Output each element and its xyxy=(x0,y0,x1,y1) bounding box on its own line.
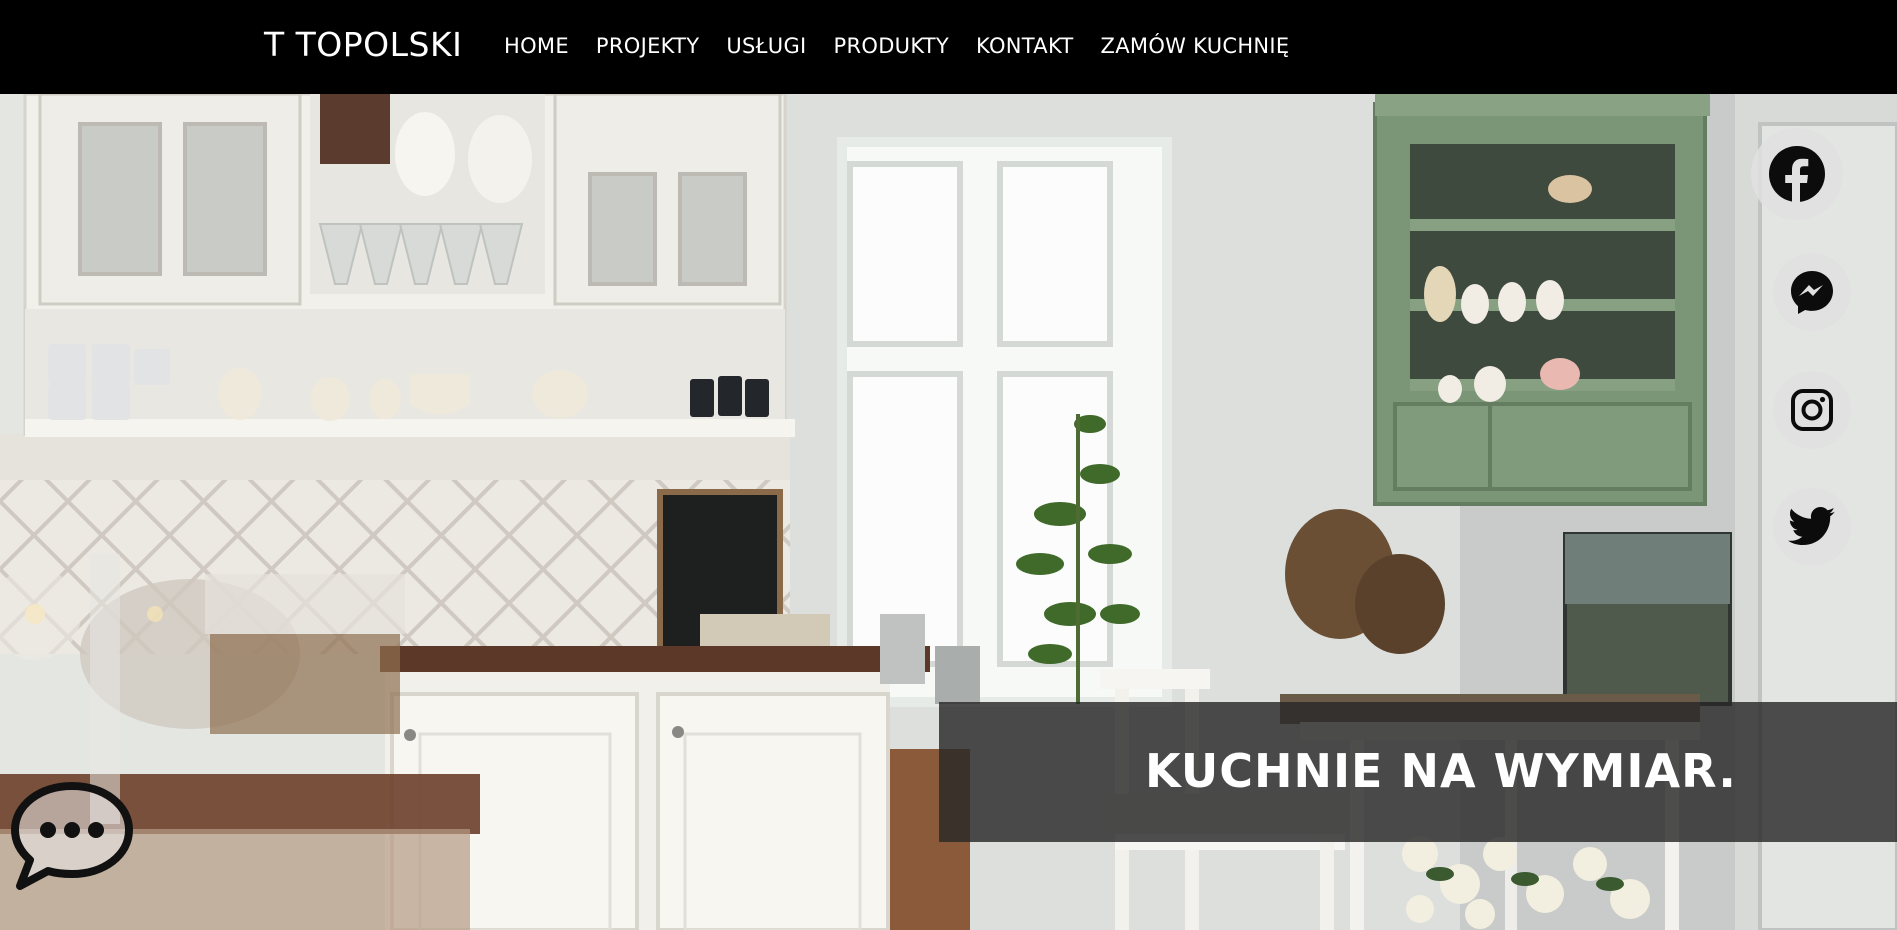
facebook-icon xyxy=(1769,146,1825,203)
nav-home[interactable]: HOME xyxy=(504,34,569,58)
instagram-button[interactable] xyxy=(1773,371,1851,449)
messenger-button[interactable] xyxy=(1773,253,1851,331)
hero-banner: KUCHNIE NA WYMIAR. xyxy=(0,94,1897,930)
page: T TOPOLSKI HOME PROJEKTY USŁUGI PRODUKTY… xyxy=(0,0,1897,930)
chat-button[interactable] xyxy=(8,780,136,892)
nav-produkty[interactable]: PRODUKTY xyxy=(834,34,950,58)
twitter-icon xyxy=(1788,507,1835,545)
chat-bubble-icon xyxy=(11,782,133,890)
twitter-button[interactable] xyxy=(1773,488,1851,566)
messenger-icon xyxy=(1791,271,1833,314)
nav-uslugi[interactable]: USŁUGI xyxy=(726,34,806,58)
facebook-button[interactable] xyxy=(1751,128,1843,220)
instagram-icon xyxy=(1791,389,1833,431)
nav-zamow-kuchnie[interactable]: ZAMÓW KUCHNIĘ xyxy=(1101,34,1290,58)
tagline-banner: KUCHNIE NA WYMIAR. xyxy=(939,702,1897,842)
brand-logo[interactable]: T TOPOLSKI xyxy=(264,25,462,64)
nav-kontakt[interactable]: KONTAKT xyxy=(976,34,1074,58)
hero-tagline: KUCHNIE NA WYMIAR. xyxy=(1145,744,1737,798)
top-navbar: T TOPOLSKI HOME PROJEKTY USŁUGI PRODUKTY… xyxy=(0,0,1897,94)
nav-projekty[interactable]: PROJEKTY xyxy=(596,34,699,58)
main-nav: HOME PROJEKTY USŁUGI PRODUKTY KONTAKT ZA… xyxy=(504,34,1317,58)
